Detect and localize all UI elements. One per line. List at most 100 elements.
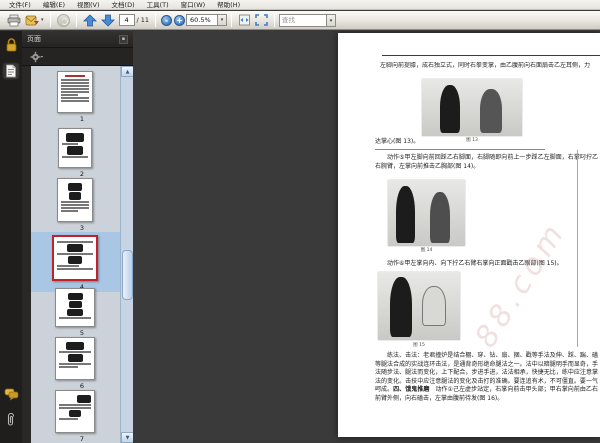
thumb-sketch [59,366,79,368]
printer-icon [7,14,21,26]
thumbnail-page-7[interactable] [55,390,95,433]
share-email-button[interactable]: ▾ [23,12,46,29]
pages-panel-button[interactable] [2,62,20,80]
thumb-sketch [67,244,83,252]
thumb-sketch [57,265,79,267]
thumb-sketch [59,317,91,319]
pdf-reader-window: 文件(F) 编辑(E) 视图(V) 文档(D) 工具(T) 窗口(W) 帮助(H… [0,0,600,443]
thumbnail-page-2[interactable] [58,128,92,168]
attachments-panel-button[interactable] [2,411,20,429]
thumb-sketch [61,210,78,212]
toolbar: ▾ / 11 - + 60.5% ▾ [0,11,600,30]
page-number-input[interactable] [118,14,135,26]
find-dropdown-caret[interactable]: ▾ [327,13,337,27]
document-view[interactable]: 左脚向前提膝，成右独立式，同时右拳变掌，由乙腹前向右面扇击乙左耳侧，力 图 13… [133,31,600,443]
thumb-sketch [77,395,91,403]
zoom-dropdown-caret[interactable]: ▾ [218,14,228,26]
thumbnail-options-gear-icon[interactable] [30,51,43,63]
thumb-sketch [68,256,82,264]
thumbnail-page-number: 3 [79,224,85,232]
scroll-down-icon[interactable]: ▼ [121,432,133,443]
thumb-sketch [67,146,83,155]
inline-section-header: 四、饿鬼推磨 [393,386,430,393]
thumb-sketch [59,363,91,365]
thumb-sketch [59,407,91,409]
pages-panel-title: 页面 [27,35,41,43]
thumbnail-page-3[interactable] [57,178,93,222]
thumb-sketch [66,133,84,142]
comments-panel-button[interactable] [2,385,20,403]
thumb-sketch [68,183,82,191]
nav-bottom-group [2,385,20,437]
comments-icon [4,388,18,400]
fit-width-button[interactable] [236,12,253,29]
thumbnail-page-number: 6 [79,382,85,390]
menu-view[interactable]: 视图(V) [71,0,106,10]
thumb-sketch [61,100,89,102]
toolbar-separator [274,13,276,27]
navigation-strip [0,31,22,443]
thumbnail-page-6[interactable] [55,337,95,380]
watermark-text: 88.com [468,215,574,354]
panel-options-button[interactable]: ▪ [119,34,128,44]
thumbnail-page-5[interactable] [55,288,95,327]
figure-silhouette [480,89,502,133]
email-share-icon [25,15,39,25]
thumb-sketch [61,91,89,93]
thumb-sketch [57,253,93,255]
menu-document[interactable]: 文档(D) [106,0,141,10]
main-area: 页面 ▪ 1 2 3 4 5 6 7 ▲ ▼ 左脚向前提膝，成右独立式，同时右拳… [0,31,600,443]
menu-edit[interactable]: 编辑(E) [37,0,71,10]
thumbnail-list: 1 2 3 4 5 6 7 ▲ ▼ [31,66,133,443]
figure-13-photo [422,79,522,136]
thumb-sketch [61,94,78,96]
thumb-sketch [69,192,81,200]
thumb-sketch [62,143,78,145]
zoom-level-select[interactable]: 60.5% [186,14,219,26]
scroll-up-icon[interactable]: ▲ [121,66,133,77]
find-input[interactable] [279,13,328,27]
thumbnail-page-1[interactable] [57,71,93,113]
menu-window[interactable]: 窗口(W) [175,0,212,10]
thumbnail-page-number: 7 [79,435,85,443]
body-paragraph: 动作⑥甲左掌向内、向下拧乙右臂右掌向正面戳击乙眼部(图 15)。 [387,260,563,267]
thumb-sketch [67,354,83,362]
thumb-sketch [57,241,93,243]
figure-silhouette [430,192,450,243]
thumb-sketch [66,342,84,350]
thumb-sketch [67,309,83,316]
toolbar-separator [75,13,77,27]
thumb-sketch [59,404,91,406]
page-total-label: / 11 [136,16,150,24]
print-button[interactable] [5,12,23,29]
menu-tools[interactable]: 工具(T) [141,0,175,10]
disabled-tool-button [55,12,72,29]
body-text-line: 左脚向前提膝，成右独立式，同时右拳变掌，由乙腹前向右面扇击乙左耳侧，力 [380,62,591,69]
thumb-sketch [67,293,83,300]
menu-file[interactable]: 文件(F) [3,0,37,10]
fit-page-button[interactable] [253,12,270,29]
thumbnail-page-4-selected[interactable] [52,235,98,281]
lock-icon [6,38,16,52]
page-header-rule [382,55,600,56]
zoom-out-icon[interactable]: - [161,14,173,26]
fit-page-icon [255,14,268,26]
toolbar-separator [231,13,233,27]
previous-page-button[interactable] [81,12,99,29]
thumb-sketch [61,85,89,87]
thumbnail-scrollbar[interactable]: ▲ ▼ [120,66,133,443]
figure-14-caption: 图 14 [420,248,433,253]
thumb-sketch [61,97,89,99]
thumb-sketch [69,410,81,417]
menu-help[interactable]: 帮助(H) [211,0,246,10]
thumb-sketch [61,207,89,209]
security-lock-button[interactable] [2,36,20,54]
zoom-in-icon[interactable]: + [174,14,186,26]
thumb-sketch [59,351,91,353]
thumbnail-page-number: 2 [79,170,85,178]
figure-14-photo [388,180,465,246]
scrollbar-thumb[interactable] [122,250,133,300]
share-dropdown-caret[interactable]: ▾ [41,17,44,23]
next-page-button[interactable] [99,12,117,29]
thumb-sketch [62,156,88,158]
